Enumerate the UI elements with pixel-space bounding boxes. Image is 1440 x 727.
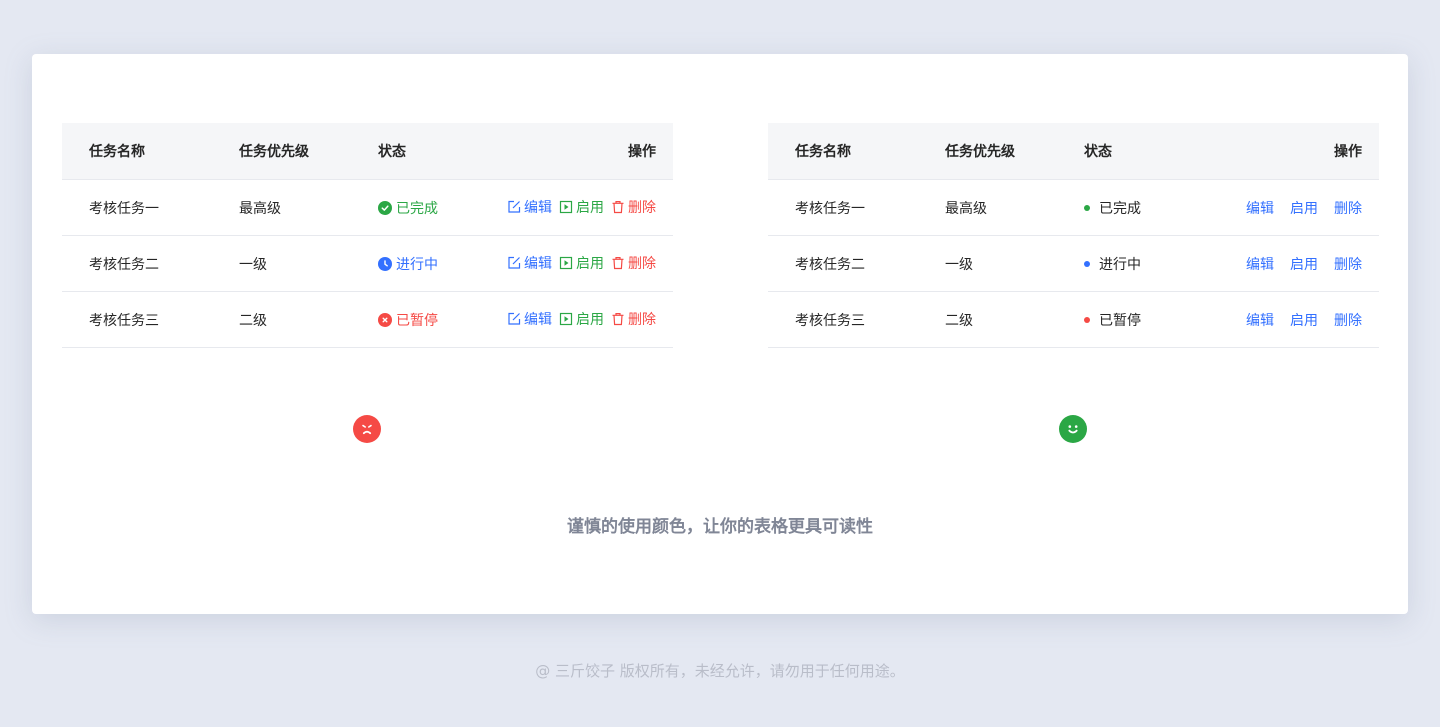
status-badge: 已完成 (378, 198, 438, 218)
table-header-row: 任务名称 任务优先级 状态 操作 (62, 123, 673, 180)
task-name: 考核任务二 (768, 235, 945, 292)
copyright-footer: @ 三斤饺子 版权所有，未经允许，请勿用于任何用途。 (535, 662, 905, 680)
table-restrained: 任务名称 任务优先级 状态 操作 考核任务一 最高级 已完成 编辑启用删除 (768, 123, 1379, 348)
table-row: 考核任务二 一级 进行中 编辑 启用 删除 (768, 235, 1379, 292)
header-task-name: 任务名称 (62, 123, 239, 180)
task-name: 考核任务三 (768, 291, 945, 348)
table-row: 考核任务一 最高级 已完成 编辑 启用 删除 (768, 179, 1379, 236)
status-dot-icon (1084, 204, 1090, 211)
trash-icon (611, 256, 625, 270)
status-badge: 进行中 (378, 254, 438, 274)
header-status: 状态 (378, 123, 506, 180)
content-card: 任务名称 任务优先级 状态 操作 考核任务一 最高级 已完成 编辑 启用 删除 … (32, 54, 1408, 614)
actions-cell: 编辑 启用 删除 (1212, 291, 1379, 348)
delete-button[interactable]: 删除 (611, 309, 656, 329)
task-priority: 二级 (239, 291, 378, 348)
delete-link[interactable]: 删除 (1334, 201, 1362, 217)
actions-cell: 编辑 启用 删除 (506, 235, 673, 292)
enable-link[interactable]: 启用 (1290, 313, 1318, 329)
header-task-name: 任务名称 (768, 123, 945, 180)
status-text: 已暂停 (1099, 312, 1141, 329)
edit-link[interactable]: 编辑 (1246, 257, 1274, 273)
header-actions: 操作 (1212, 123, 1379, 180)
close-circle-icon (378, 312, 392, 327)
header-priority: 任务优先级 (945, 123, 1084, 180)
table-row: 考核任务三 二级 已暂停 编辑 启用 删除 (62, 291, 673, 348)
table-header-row: 任务名称 任务优先级 状态 操作 (768, 123, 1379, 180)
task-priority: 最高级 (945, 179, 1084, 236)
task-priority: 二级 (945, 291, 1084, 348)
task-name: 考核任务一 (62, 179, 239, 236)
check-circle-icon (378, 200, 392, 215)
sad-face-icon (353, 415, 381, 443)
status-cell: 已暂停 (378, 291, 506, 348)
status-text: 已完成 (396, 200, 438, 217)
enable-button[interactable]: 启用 (559, 197, 604, 217)
enable-link[interactable]: 启用 (1290, 257, 1318, 273)
task-priority: 一级 (239, 235, 378, 292)
header-status: 状态 (1084, 123, 1212, 180)
status-cell: 已暂停 (1084, 291, 1212, 348)
status-dot-icon (1084, 260, 1090, 267)
status-cell: 已完成 (378, 179, 506, 236)
clock-icon (378, 256, 392, 271)
happy-face-icon (1059, 415, 1087, 443)
status-badge: 已暂停 (1084, 310, 1141, 330)
status-text: 进行中 (396, 256, 438, 273)
trash-icon (611, 312, 625, 326)
edit-button[interactable]: 编辑 (507, 197, 552, 217)
task-priority: 最高级 (239, 179, 378, 236)
edit-icon (507, 256, 521, 270)
status-cell: 进行中 (378, 235, 506, 292)
header-actions: 操作 (506, 123, 673, 180)
play-square-icon (559, 312, 573, 326)
status-cell: 已完成 (1084, 179, 1212, 236)
header-priority: 任务优先级 (239, 123, 378, 180)
task-name: 考核任务一 (768, 179, 945, 236)
delete-button[interactable]: 删除 (611, 197, 656, 217)
delete-link[interactable]: 删除 (1334, 257, 1362, 273)
task-priority: 一级 (945, 235, 1084, 292)
enable-button[interactable]: 启用 (559, 253, 604, 273)
table-colorful: 任务名称 任务优先级 状态 操作 考核任务一 最高级 已完成 编辑 启用 删除 … (62, 123, 673, 348)
edit-icon (507, 200, 521, 214)
delete-button[interactable]: 删除 (611, 253, 656, 273)
status-text: 已完成 (1099, 200, 1141, 217)
status-badge: 已完成 (1084, 198, 1141, 218)
edit-link[interactable]: 编辑 (1246, 313, 1274, 329)
enable-link[interactable]: 启用 (1290, 201, 1318, 217)
actions-cell: 编辑 启用 删除 (1212, 179, 1379, 236)
actions-cell: 编辑 启用 删除 (506, 179, 673, 236)
play-square-icon (559, 200, 573, 214)
status-badge: 进行中 (1084, 254, 1141, 274)
delete-link[interactable]: 删除 (1334, 313, 1362, 329)
task-name: 考核任务三 (62, 291, 239, 348)
edit-icon (507, 312, 521, 326)
edit-button[interactable]: 编辑 (507, 253, 552, 273)
table-row: 考核任务三 二级 已暂停 编辑 启用 删除 (768, 291, 1379, 348)
trash-icon (611, 200, 625, 214)
actions-cell: 编辑 启用 删除 (506, 291, 673, 348)
play-square-icon (559, 256, 573, 270)
status-dot-icon (1084, 316, 1090, 323)
edit-button[interactable]: 编辑 (507, 309, 552, 329)
edit-link[interactable]: 编辑 (1246, 201, 1274, 217)
caption-text: 谨慎的使用颜色，让你的表格更具可读性 (567, 517, 873, 537)
status-text: 进行中 (1099, 256, 1141, 273)
status-text: 已暂停 (396, 312, 438, 329)
table-row: 考核任务一 最高级 已完成 编辑 启用 删除 (62, 179, 673, 236)
status-badge: 已暂停 (378, 310, 438, 330)
enable-button[interactable]: 启用 (559, 309, 604, 329)
actions-cell: 编辑 启用 删除 (1212, 235, 1379, 292)
status-cell: 进行中 (1084, 235, 1212, 292)
task-name: 考核任务二 (62, 235, 239, 292)
table-row: 考核任务二 一级 进行中 编辑 启用 删除 (62, 235, 673, 292)
